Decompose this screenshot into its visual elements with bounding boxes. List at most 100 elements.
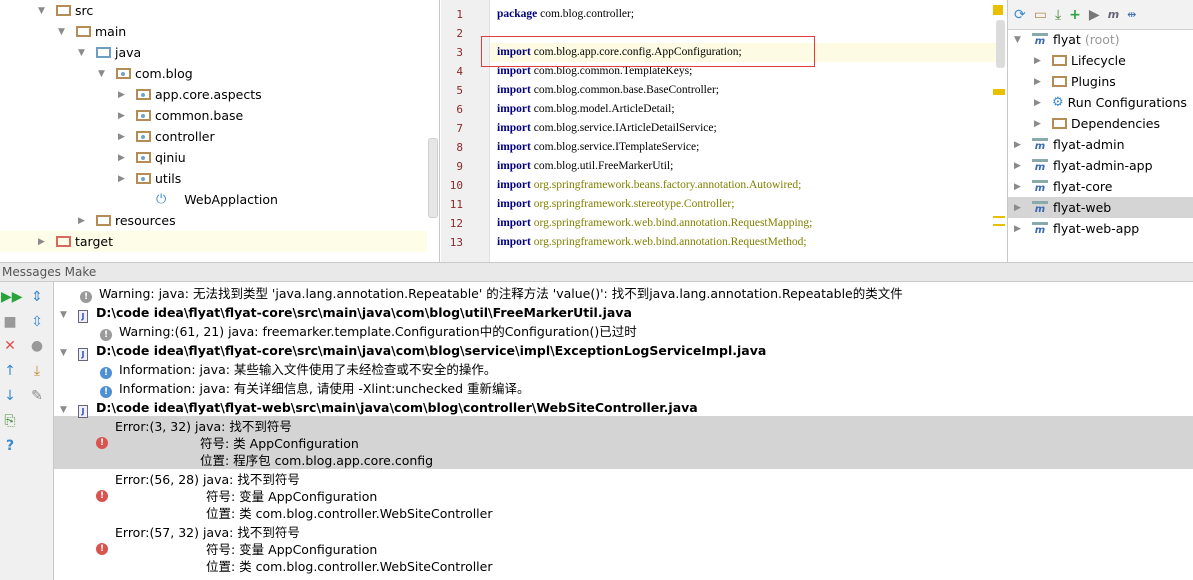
run-icon[interactable]: ▶ xyxy=(1089,7,1100,23)
rerun-icon[interactable]: ▶▶ xyxy=(1,288,23,306)
add-icon[interactable]: + xyxy=(1069,7,1081,23)
tree-item-controller[interactable]: ▶ controller xyxy=(0,126,427,147)
message-file-group[interactable]: ▼ J D:\code idea\flyat\flyat-core\src\main… xyxy=(60,303,632,323)
message-warning[interactable]: ! Warning:(61, 21) java: freemarker.templ… xyxy=(100,322,637,341)
chevron-right-icon[interactable]: ▶ xyxy=(78,216,88,226)
chevron-right-icon[interactable]: ▶ xyxy=(1014,140,1024,150)
tree-item-main[interactable]: ▼ main xyxy=(0,21,427,42)
toggle-offline-icon[interactable]: ⇹ xyxy=(1127,8,1136,21)
tree-item-resources[interactable]: ▶ resources xyxy=(0,210,427,231)
error-location[interactable]: 位置: 类 com.blog.controller.WebSiteControl… xyxy=(206,557,493,576)
tree-item-java[interactable]: ▼ java xyxy=(0,42,427,63)
autoscroll-icon[interactable]: ⤓ xyxy=(28,362,46,380)
message-info[interactable]: ! Information: java: 有关详细信息, 请使用 -Xlint:u… xyxy=(100,379,530,398)
expand-all-icon[interactable]: ⇕ xyxy=(28,288,46,306)
chevron-right-icon[interactable]: ▶ xyxy=(1014,161,1024,171)
chevron-right-icon[interactable]: ▶ xyxy=(1034,77,1044,87)
maven-item-flyat-core[interactable]: ▶ m flyat-core xyxy=(1008,176,1193,197)
tree-item-target[interactable]: ▶ target xyxy=(0,231,427,252)
chevron-right-icon[interactable]: ▶ xyxy=(118,111,128,121)
tree-item-qiniu[interactable]: ▶ qiniu xyxy=(0,147,427,168)
chevron-down-icon[interactable]: ▼ xyxy=(78,48,88,58)
generate-sources-icon[interactable]: ▭ xyxy=(1034,7,1047,23)
chevron-down-icon[interactable]: ▼ xyxy=(60,405,70,415)
chevron-down-icon[interactable]: ▼ xyxy=(58,27,68,37)
error-stripe-mark[interactable] xyxy=(993,216,1005,226)
editor-scrollbar[interactable] xyxy=(996,20,1005,68)
code-line[interactable]: import com.blog.common.base.BaseControll… xyxy=(497,81,719,100)
previous-message-icon[interactable]: ↑ xyxy=(1,362,19,380)
maven-module-icon: m xyxy=(1032,200,1048,215)
maven-item-plugins[interactable]: ▶ Plugins xyxy=(1008,71,1193,92)
code-line[interactable]: import org.springframework.beans.factory… xyxy=(497,176,801,195)
maven-goal-icon[interactable]: m xyxy=(1108,8,1119,21)
export-icon[interactable]: ⎘ xyxy=(1,412,19,430)
chevron-down-icon[interactable]: ▼ xyxy=(1014,35,1024,45)
code-line[interactable]: import com.blog.util.FreeMarkerUtil; xyxy=(497,157,673,176)
maven-item-flyat-admin-app[interactable]: ▶ m flyat-admin-app xyxy=(1008,155,1193,176)
line-number: 9 xyxy=(456,160,463,173)
spacer[interactable] xyxy=(138,195,148,205)
collapse-all-icon[interactable]: ⇳ xyxy=(28,313,46,331)
tree-item-com-blog[interactable]: ▼ com.blog xyxy=(0,63,427,84)
maven-item-run-configurations[interactable]: ▶ ⚙ Run Configurations xyxy=(1008,92,1193,113)
chevron-down-icon[interactable]: ▼ xyxy=(60,310,70,320)
tree-item-src[interactable]: ▼ src xyxy=(0,0,427,21)
chevron-right-icon[interactable]: ▶ xyxy=(118,132,128,142)
line-number: 11 xyxy=(449,198,463,211)
next-message-icon[interactable]: ↓ xyxy=(1,387,19,405)
maven-item-lifecycle[interactable]: ▶ Lifecycle xyxy=(1008,50,1193,71)
maven-item-flyat-web[interactable]: ▶ m flyat-web xyxy=(1008,197,1193,218)
download-icon[interactable]: ⤓ xyxy=(1055,7,1061,23)
tree-item-label: main xyxy=(95,24,127,39)
stop-icon[interactable]: ■ xyxy=(1,313,19,331)
chevron-right-icon[interactable]: ▶ xyxy=(1034,98,1044,108)
code-line[interactable]: import org.springframework.web.bind.anno… xyxy=(497,233,807,252)
code-line[interactable]: import com.blog.model.ArticleDetail; xyxy=(497,100,675,119)
chevron-down-icon[interactable]: ▼ xyxy=(38,6,48,16)
tree-item-webapplaction[interactable]: ⏻ WebApplaction xyxy=(0,189,427,210)
tree-item-common-base[interactable]: ▶ common.base xyxy=(0,105,427,126)
maven-item-dependencies[interactable]: ▶ Dependencies xyxy=(1008,113,1193,134)
message-file-group[interactable]: ▼ J D:\code idea\flyat\flyat-core\src\main… xyxy=(60,341,766,361)
error-location[interactable]: 位置: 程序包 com.blog.app.core.config xyxy=(200,451,433,470)
code-line[interactable]: import org.springframework.stereotype.Co… xyxy=(497,195,734,214)
library-package: org.springframework.stereotype.Controlle… xyxy=(533,198,735,210)
code-editor[interactable]: 1 2 3 4 5 6 7 8 9 10 11 12 13 package com.blog.contr… xyxy=(441,0,1007,262)
message-text: Information: java: 某些输入文件使用了未经检查或不安全的操作。 xyxy=(119,362,497,377)
maven-item-flyat-web-app[interactable]: ▶ m flyat-web-app xyxy=(1008,218,1193,239)
line-number: 6 xyxy=(456,103,463,116)
code-line[interactable]: import org.springframework.web.bind.anno… xyxy=(497,214,812,233)
chevron-right-icon[interactable]: ▶ xyxy=(118,153,128,163)
message-info[interactable]: ! Information: java: 某些输入文件使用了未经检查或不安全的操作… xyxy=(100,360,496,379)
chevron-right-icon[interactable]: ▶ xyxy=(1014,203,1024,213)
chevron-right-icon[interactable]: ▶ xyxy=(118,174,128,184)
tree-item-utils[interactable]: ▶ utils xyxy=(0,168,427,189)
code-line[interactable]: import com.blog.service.IArticleDetailSe… xyxy=(497,119,717,138)
message-file-group[interactable]: ▼ J D:\code idea\flyat\flyat-web\src\main\… xyxy=(60,398,698,418)
code-line[interactable]: package com.blog.controller; xyxy=(497,5,634,24)
code-line[interactable]: import com.blog.service.ITemplateService… xyxy=(497,138,699,157)
chevron-right-icon[interactable]: ▶ xyxy=(118,90,128,100)
close-icon[interactable]: ✕ xyxy=(1,337,19,355)
chevron-right-icon[interactable]: ▶ xyxy=(1034,119,1044,129)
settings-wrench-icon[interactable]: ✎ xyxy=(28,387,46,405)
error-location[interactable]: 位置: 类 com.blog.controller.WebSiteControl… xyxy=(206,504,493,523)
chevron-right-icon[interactable]: ▶ xyxy=(1014,224,1024,234)
project-tree-scrollbar[interactable] xyxy=(428,138,438,218)
chevron-right-icon[interactable]: ▶ xyxy=(38,237,48,247)
help-icon[interactable]: ? xyxy=(1,437,19,455)
hide-warnings-icon[interactable]: ● xyxy=(28,337,46,355)
maven-item-flyat[interactable]: ▼ m flyat (root) xyxy=(1008,29,1193,50)
tree-item-app-core-aspects[interactable]: ▶ app.core.aspects xyxy=(0,84,427,105)
chevron-down-icon[interactable]: ▼ xyxy=(60,348,70,358)
reimport-icon[interactable]: ⟳ xyxy=(1014,7,1026,23)
chevron-right-icon[interactable]: ▶ xyxy=(1034,56,1044,66)
warning-marker-icon[interactable] xyxy=(993,5,1003,15)
maven-item-flyat-admin[interactable]: ▶ m flyat-admin xyxy=(1008,134,1193,155)
chevron-right-icon[interactable]: ▶ xyxy=(1014,182,1024,192)
message-warning[interactable]: ! Warning: java: 无法找到类型 'java.lang.annota… xyxy=(80,284,903,303)
maven-item-label: Lifecycle xyxy=(1071,53,1126,68)
error-stripe-mark[interactable] xyxy=(993,89,1005,95)
chevron-down-icon[interactable]: ▼ xyxy=(98,69,108,79)
